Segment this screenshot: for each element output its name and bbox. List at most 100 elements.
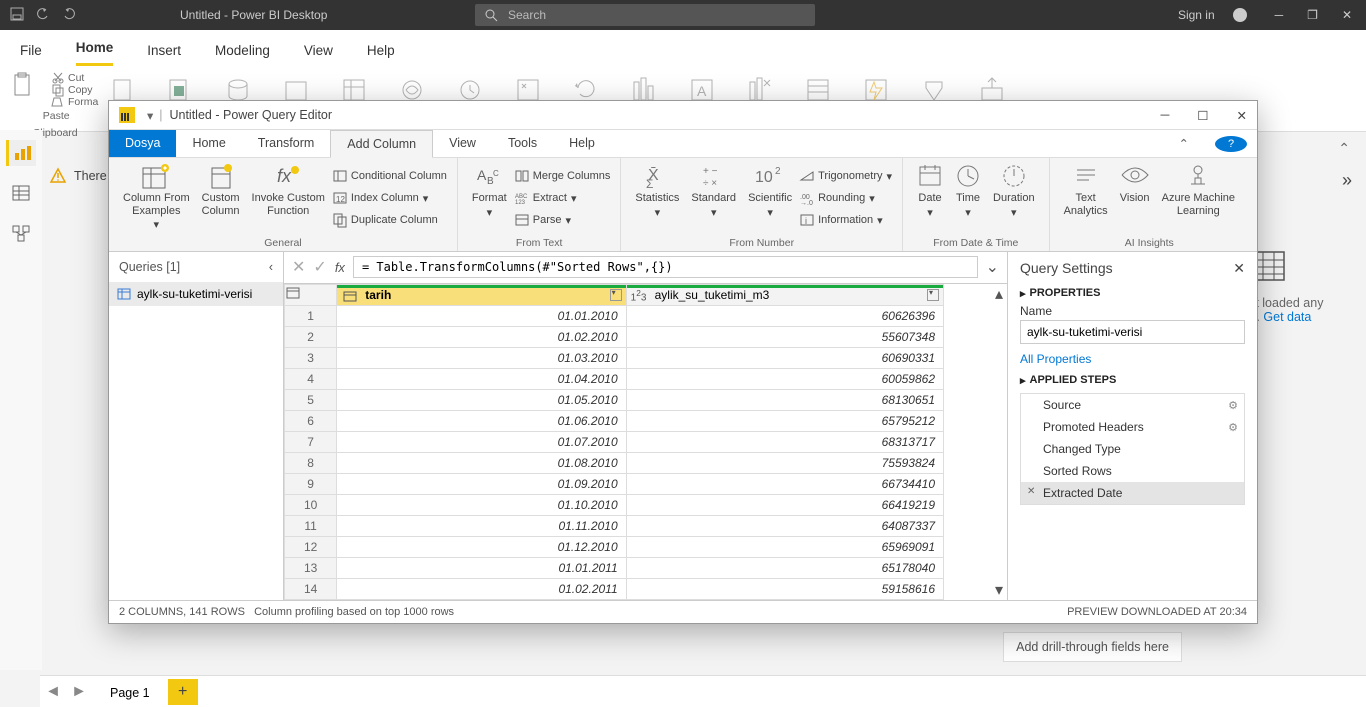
properties-section[interactable]: ▸ PROPERTIES [1020, 287, 1245, 300]
expand-formula-icon[interactable]: ⌄ [986, 257, 999, 277]
date-button[interactable]: Date▾ [913, 162, 947, 234]
applied-step[interactable]: Promoted Headers⚙ [1021, 416, 1244, 438]
table-row[interactable]: 1001.10.201066419219 [285, 494, 944, 515]
qat-save-icon[interactable]: ▾ [147, 108, 153, 123]
invoke-custom-function-button[interactable]: fx Invoke Custom Function [248, 162, 329, 234]
pqe-tab-addcolumn[interactable]: Add Column [330, 130, 433, 158]
avatar-icon[interactable] [1233, 8, 1247, 22]
sheet-tab-page1[interactable]: Page 1 [92, 677, 168, 707]
trig-button[interactable]: Trigonometry ▾ [800, 166, 892, 186]
conditional-column-button[interactable]: Conditional Column [333, 166, 447, 186]
parse-button[interactable]: Parse ▾ [515, 210, 611, 230]
applied-step[interactable]: Changed Type [1021, 438, 1244, 460]
global-search[interactable]: Search [475, 4, 815, 26]
gear-icon[interactable]: ⚙ [1228, 421, 1238, 434]
tab-help[interactable]: Help [367, 43, 395, 66]
accept-formula-icon[interactable]: ✓ [313, 257, 326, 277]
pqe-close-icon[interactable]: ✕ [1237, 108, 1247, 123]
paste-button[interactable] [12, 72, 34, 98]
report-view-icon[interactable] [6, 140, 36, 166]
formula-input[interactable] [353, 256, 978, 278]
filter-icon[interactable] [610, 289, 622, 301]
duplicate-column-button[interactable]: Duplicate Column [333, 210, 447, 230]
expand-pane-icon[interactable]: » [1342, 170, 1352, 191]
add-sheet-button[interactable]: + [168, 679, 198, 705]
column-header-tuketim[interactable]: 123 aylik_su_tuketimi_m3 [626, 284, 943, 305]
table-row[interactable]: 701.07.201068313717 [285, 431, 944, 452]
format-button[interactable]: ABC Format▾ [468, 162, 511, 234]
collapse-ribbon-icon[interactable]: ⌃ [1163, 130, 1205, 157]
pqe-tab-view[interactable]: View [433, 130, 492, 157]
time-button[interactable]: Time▾ [951, 162, 985, 234]
table-row[interactable]: 201.02.201055607348 [285, 326, 944, 347]
column-header-tarih[interactable]: tarih [337, 284, 626, 305]
pqe-tab-tools[interactable]: Tools [492, 130, 553, 157]
cancel-formula-icon[interactable]: ✕ [292, 257, 305, 277]
help-icon[interactable]: ? [1215, 136, 1247, 152]
fx-icon[interactable]: fx [335, 260, 345, 275]
collapse-queries-icon[interactable]: ‹ [269, 260, 273, 274]
query-item[interactable]: aylk-su-tuketimi-verisi [109, 282, 283, 306]
redo-icon[interactable] [62, 7, 76, 24]
vision-button[interactable]: Vision [1116, 162, 1154, 234]
get-data-link[interactable]: Get data [1263, 310, 1311, 324]
close-icon[interactable]: ✕ [1342, 8, 1352, 22]
tab-file[interactable]: File [20, 43, 42, 66]
applied-step[interactable]: Source⚙ [1021, 394, 1244, 416]
table-row[interactable]: 801.08.201075593824 [285, 452, 944, 473]
data-view-icon[interactable] [6, 180, 36, 206]
pqe-minimize-icon[interactable]: ─ [1160, 108, 1169, 123]
undo-icon[interactable] [36, 7, 50, 24]
tab-view[interactable]: View [304, 43, 333, 66]
signin-link[interactable]: Sign in [1178, 8, 1215, 22]
pqe-tab-transform[interactable]: Transform [242, 130, 331, 157]
tab-modeling[interactable]: Modeling [215, 43, 270, 66]
merge-columns-button[interactable]: Merge Columns [515, 166, 611, 186]
azure-ml-button[interactable]: Azure Machine Learning [1158, 162, 1239, 234]
pqe-tab-home[interactable]: Home [176, 130, 241, 157]
sheet-next-icon[interactable]: ► [66, 683, 92, 701]
index-column-button[interactable]: 12Index Column ▾ [333, 188, 447, 208]
applied-steps-section[interactable]: ▸ APPLIED STEPS [1020, 374, 1245, 387]
applied-step[interactable]: Extracted Date [1021, 482, 1244, 504]
index-header[interactable] [285, 284, 337, 305]
close-settings-icon[interactable]: ✕ [1233, 260, 1245, 277]
information-button[interactable]: iInformation ▾ [800, 210, 892, 230]
table-row[interactable]: 1301.01.201165178040 [285, 557, 944, 578]
duration-button[interactable]: Duration▾ [989, 162, 1039, 234]
table-row[interactable]: 401.04.201060059862 [285, 368, 944, 389]
table-row[interactable]: 301.03.201060690331 [285, 347, 944, 368]
table-row[interactable]: 1201.12.201065969091 [285, 536, 944, 557]
sheet-prev-icon[interactable]: ◄ [40, 683, 66, 701]
pqe-tab-file[interactable]: Dosya [109, 130, 176, 157]
copy-button[interactable]: Copy [52, 84, 98, 96]
custom-column-button[interactable]: Custom Column [198, 162, 244, 234]
pqe-maximize-icon[interactable]: ☐ [1197, 108, 1208, 123]
gear-icon[interactable]: ⚙ [1228, 399, 1238, 412]
table-row[interactable]: 1401.02.201159158616 [285, 578, 944, 599]
all-properties-link[interactable]: All Properties [1020, 352, 1091, 366]
save-icon[interactable] [10, 7, 24, 24]
table-row[interactable]: 1101.11.201064087337 [285, 515, 944, 536]
minimize-icon[interactable]: ─ [1275, 8, 1284, 22]
filter-icon[interactable] [927, 289, 939, 301]
tab-home[interactable]: Home [76, 40, 114, 66]
cut-button[interactable]: Cut [52, 72, 98, 84]
statistics-button[interactable]: X̄ΣStatistics▾ [631, 162, 683, 234]
applied-step[interactable]: Sorted Rows [1021, 460, 1244, 482]
table-row[interactable]: 901.09.201066734410 [285, 473, 944, 494]
pqe-tab-help[interactable]: Help [553, 130, 611, 157]
drill-through-well[interactable]: Add drill-through fields here [1003, 632, 1182, 662]
collapse-ribbon-icon[interactable]: ⌃ [1338, 140, 1350, 157]
data-grid[interactable]: tarih 123 aylik_su_tuketimi_m3 101.01.20… [284, 284, 1007, 600]
table-row[interactable]: 601.06.201065795212 [285, 410, 944, 431]
extract-button[interactable]: ABC123Extract ▾ [515, 188, 611, 208]
scientific-button[interactable]: 102Scientific▾ [744, 162, 796, 234]
text-analytics-button[interactable]: Text Analytics [1060, 162, 1112, 234]
query-name-input[interactable] [1020, 320, 1245, 344]
table-row[interactable]: 501.05.201068130651 [285, 389, 944, 410]
table-row[interactable]: 101.01.201060626396 [285, 305, 944, 326]
model-view-icon[interactable] [6, 220, 36, 246]
column-from-examples-button[interactable]: Column From Examples▾ [119, 162, 194, 234]
maximize-icon[interactable]: ❐ [1307, 8, 1318, 22]
